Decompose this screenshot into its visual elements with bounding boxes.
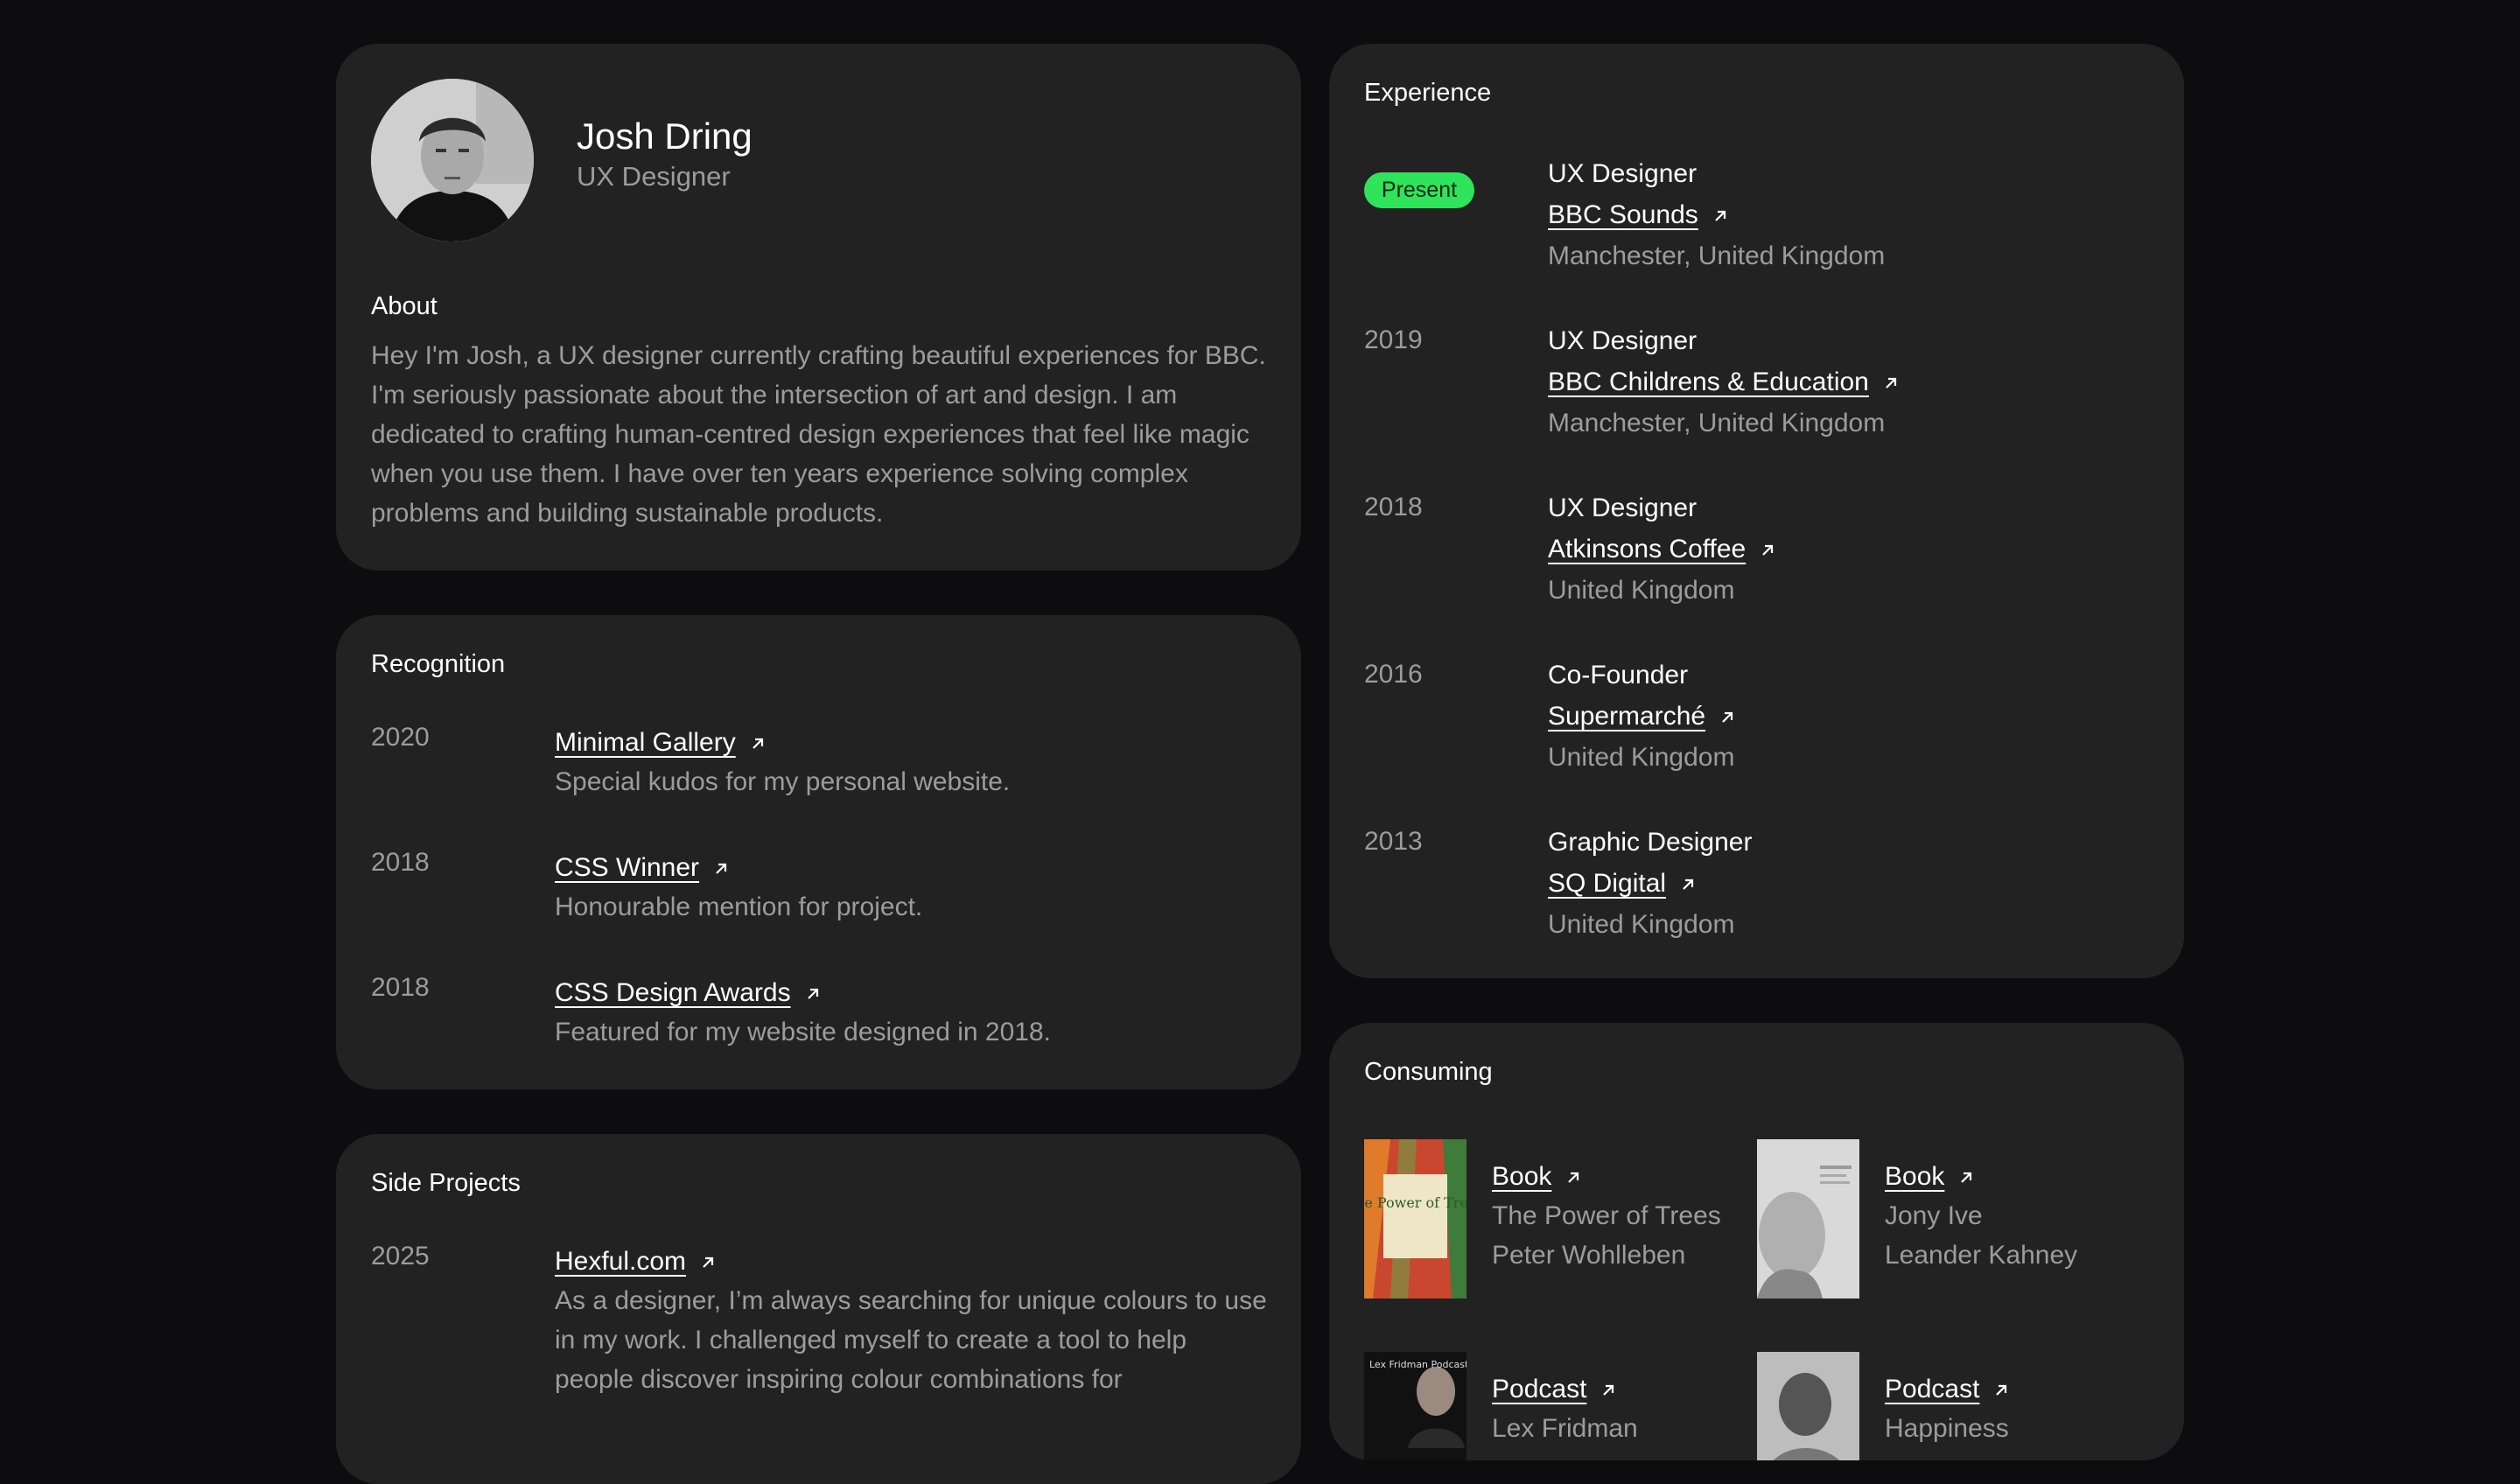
consuming-item: Podcast Happiness <box>1757 1352 2124 1460</box>
podcast-cover <box>1757 1352 1859 1460</box>
external-link-arrow-icon <box>1565 1170 1581 1186</box>
side-project-desc: As a designer, I’m always searching for … <box>555 1286 1267 1394</box>
consuming-title: Happiness <box>1885 1414 2009 1443</box>
consuming-card: Consuming The Power of Trees Book The Po… <box>1329 1023 2184 1460</box>
consuming-item: The Power of Trees Book The Power of Tre… <box>1364 1139 1732 1306</box>
consuming-author: Leander Kahney <box>1885 1241 2078 1270</box>
experience-year: 2016 <box>1364 660 1423 689</box>
about-heading: About <box>371 292 438 320</box>
consuming-type-link[interactable]: Book <box>1492 1162 1551 1191</box>
external-link-arrow-icon <box>1680 877 1696 892</box>
experience-year: 2019 <box>1364 326 1423 354</box>
external-link-arrow-icon <box>1993 1382 2009 1398</box>
experience-job: Graphic Designer <box>1548 828 1753 857</box>
recognition-heading: Recognition <box>371 650 506 678</box>
recognition-year: 2018 <box>371 973 430 1002</box>
book-cover <box>1757 1139 1859 1298</box>
book-cover-title: The Power of Trees <box>1364 1194 1466 1211</box>
experience-location: Manchester, United Kingdom <box>1548 409 1886 438</box>
consuming-type-link[interactable]: Podcast <box>1885 1375 1979 1404</box>
consuming-item: Book Jony Ive Leander Kahney <box>1757 1139 2124 1306</box>
experience-company-link[interactable]: BBC Childrens & Education <box>1548 368 1869 396</box>
external-link-arrow-icon <box>1719 710 1735 725</box>
external-link-arrow-icon <box>1760 542 1775 558</box>
experience-location: United Kingdom <box>1548 743 1735 772</box>
recognition-year: 2018 <box>371 848 430 877</box>
side-project-year: 2025 <box>371 1242 430 1270</box>
recognition-link[interactable]: Minimal Gallery <box>555 728 736 757</box>
external-link-arrow-icon <box>1712 208 1728 224</box>
external-link-arrow-icon <box>1883 375 1899 391</box>
experience-location: Manchester, United Kingdom <box>1548 242 1886 270</box>
recognition-desc: Special kudos for my personal website. <box>555 767 1011 796</box>
side-projects-card: Side Projects 2025 Hexful.com As a desig… <box>336 1134 1301 1484</box>
external-link-arrow-icon <box>805 986 821 1002</box>
side-projects-heading: Side Projects <box>371 1169 521 1197</box>
experience-company-link[interactable]: SQ Digital <box>1548 869 1666 898</box>
consuming-title: The Power of Trees <box>1492 1201 1721 1230</box>
podcast-cover: Lex Fridman Podcast <box>1364 1352 1466 1460</box>
experience-item: 2018 UX Designer Atkinsons Coffee United… <box>1364 487 2152 619</box>
external-link-arrow-icon <box>1600 1382 1616 1398</box>
recognition-year: 2020 <box>371 723 430 752</box>
book-cover: The Power of Trees <box>1364 1139 1466 1298</box>
consuming-type-link[interactable]: Book <box>1885 1162 1944 1191</box>
experience-location: United Kingdom <box>1548 576 1735 605</box>
external-link-arrow-icon <box>700 1255 716 1270</box>
profile-card: Josh Dring UX Designer About Hey I'm Jos… <box>336 44 1301 570</box>
avatar <box>371 79 534 242</box>
experience-item: 2016 Co-Founder Supermarché United Kingd… <box>1364 654 2152 786</box>
experience-location: United Kingdom <box>1548 910 1735 939</box>
external-link-arrow-icon <box>1958 1170 1974 1186</box>
experience-heading: Experience <box>1364 79 1492 107</box>
about-text: Hey I'm Josh, a UX designer currently cr… <box>371 341 1266 528</box>
present-badge: Present <box>1364 172 1474 208</box>
consuming-type-link[interactable]: Podcast <box>1492 1375 1586 1404</box>
experience-company-link[interactable]: BBC Sounds <box>1548 200 1698 229</box>
profile-name: Josh Dring <box>577 116 752 157</box>
consuming-title: Jony Ive <box>1885 1201 1983 1230</box>
experience-job: UX Designer <box>1548 326 1698 355</box>
podcast-cover-title: Lex Fridman Podcast <box>1369 1359 1466 1370</box>
recognition-desc: Honourable mention for project. <box>555 892 923 921</box>
recognition-link[interactable]: CSS Winner <box>555 853 699 882</box>
side-project-link[interactable]: Hexful.com <box>555 1247 686 1276</box>
profile-role: UX Designer <box>577 161 731 192</box>
experience-job: Co-Founder <box>1548 661 1689 690</box>
experience-company-link[interactable]: Atkinsons Coffee <box>1548 535 1746 564</box>
external-link-arrow-icon <box>750 736 766 752</box>
consuming-title: Lex Fridman <box>1492 1414 1638 1443</box>
experience-year: 2018 <box>1364 493 1423 522</box>
experience-item: 2013 Graphic Designer SQ Digital United … <box>1364 822 2152 953</box>
consuming-heading: Consuming <box>1364 1058 1493 1086</box>
experience-card: Experience Present UX Designer BBC Sound… <box>1329 44 2184 978</box>
experience-year: 2013 <box>1364 827 1423 856</box>
recognition-desc: Featured for my website designed in 2018… <box>555 1018 1051 1046</box>
experience-job: UX Designer <box>1548 159 1698 188</box>
experience-item: 2019 UX Designer BBC Childrens & Educati… <box>1364 320 2152 452</box>
consuming-author: Peter Wohlleben <box>1492 1241 1686 1270</box>
external-link-arrow-icon <box>713 861 729 877</box>
experience-job: UX Designer <box>1548 494 1698 522</box>
consuming-item: Lex Fridman Podcast Podcast Lex Fridman <box>1364 1352 1732 1460</box>
experience-item: Present UX Designer BBC Sounds Mancheste… <box>1364 153 2152 284</box>
recognition-card: Recognition 2020 Minimal Gallery Special… <box>336 615 1301 1089</box>
experience-company-link[interactable]: Supermarché <box>1548 702 1705 731</box>
recognition-link[interactable]: CSS Design Awards <box>555 978 791 1007</box>
